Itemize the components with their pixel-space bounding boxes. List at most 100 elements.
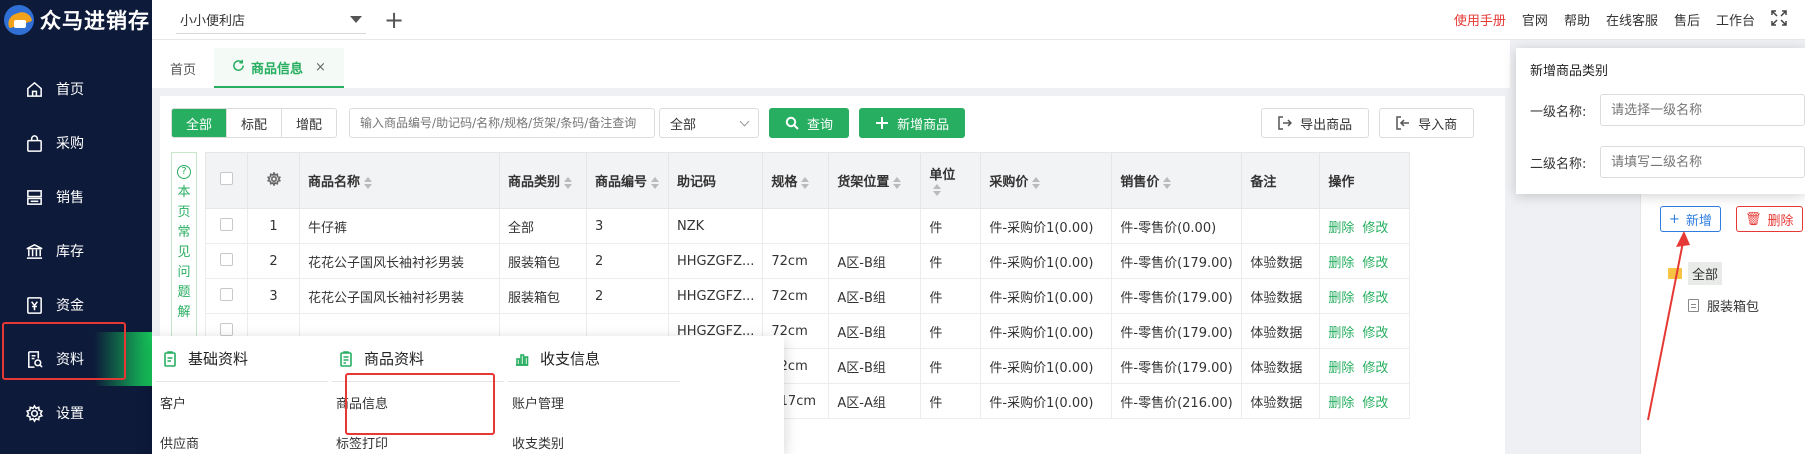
column-header-unit[interactable]: 单位 <box>920 152 982 209</box>
column-header-mnemonic: 助记码 <box>667 152 764 209</box>
menu-item-label-print[interactable]: 标签打印 <box>328 422 508 454</box>
edit-row-button[interactable]: 修改 <box>1362 291 1388 306</box>
edit-row-button[interactable]: 修改 <box>1362 361 1388 376</box>
row-checkbox[interactable] <box>220 322 233 336</box>
delete-category-button[interactable]: 🗑 删除 <box>1736 206 1803 232</box>
link-official-site[interactable]: 官网 <box>1522 10 1548 29</box>
edit-row-button[interactable]: 修改 <box>1362 396 1388 411</box>
level1-name-input[interactable] <box>1600 94 1805 126</box>
category-filter-select[interactable]: 全部 <box>659 108 760 138</box>
table-cell: 体验数据 <box>1241 278 1321 314</box>
sidebar-item-label: 采购 <box>56 136 84 152</box>
edit-row-button[interactable]: 修改 <box>1362 326 1388 341</box>
delete-row-button[interactable]: 删除 <box>1328 361 1354 376</box>
table-cell: 体验数据 <box>1241 348 1321 384</box>
export-products-button[interactable]: 导出商品 <box>1261 108 1370 138</box>
home-icon <box>24 79 44 99</box>
menu-item-income-expense-category[interactable]: 收支类别 <box>504 422 684 454</box>
column-header-shelf[interactable]: 货架位置 <box>828 152 922 209</box>
column-header-spec[interactable]: 规格 <box>762 152 830 209</box>
gear-icon[interactable] <box>266 170 281 190</box>
column-header-name[interactable]: 商品名称 <box>299 152 500 209</box>
sidebar-item-settings[interactable]: 设置 <box>0 386 152 440</box>
yen-icon <box>24 295 44 315</box>
row-checkbox[interactable] <box>220 252 233 266</box>
faq-char: 本 <box>177 185 191 200</box>
table-row[interactable]: 3 花花公子国风长袖衬衫男装 服装箱包 2 HHGZGFZ... 72cm A区-B组件件-… <box>205 278 1411 314</box>
add-product-button[interactable]: 新增商品 <box>859 108 966 138</box>
column-header-code[interactable]: 商品编号 <box>586 152 669 209</box>
trash-icon: 🗑 <box>1745 211 1762 227</box>
segment-extra[interactable]: 增配 <box>282 109 336 137</box>
query-button[interactable]: 查询 <box>769 108 850 138</box>
table-cell: A区-B组 <box>828 243 922 279</box>
close-icon[interactable]: × <box>315 60 326 75</box>
sort-icon[interactable] <box>1163 176 1172 189</box>
faq-char: 见 <box>177 245 191 260</box>
fullscreen-icon[interactable] <box>1771 9 1787 30</box>
row-select-cell <box>205 243 248 279</box>
add-store-button[interactable]: + <box>384 8 404 32</box>
link-workbench[interactable]: 工作台 <box>1716 10 1755 29</box>
table-cell: 花花公子国风长袖衬衫男装 <box>299 243 500 279</box>
column-header-category[interactable]: 商品类别 <box>499 152 587 209</box>
delete-row-button[interactable]: 删除 <box>1328 256 1354 271</box>
tab-product-info[interactable]: 商品信息 × <box>214 48 344 88</box>
link-online-service[interactable]: 在线客服 <box>1606 10 1658 29</box>
sort-icon[interactable] <box>1032 176 1041 189</box>
menu-item-supplier[interactable]: 供应商 <box>152 422 332 454</box>
row-checkbox[interactable] <box>220 287 233 301</box>
document-search-icon <box>24 349 44 369</box>
column-header-actions: 操作 <box>1319 152 1411 209</box>
sidebar-item-sales[interactable]: 销售 <box>0 170 152 224</box>
menu-item-product-info[interactable]: 商品信息 <box>328 382 508 422</box>
select-all-checkbox[interactable] <box>220 172 233 185</box>
delete-row-button[interactable]: 删除 <box>1328 396 1354 411</box>
import-products-button[interactable]: 导入商 <box>1379 108 1475 138</box>
segment-standard[interactable]: 标配 <box>227 109 283 137</box>
menu-item-customer[interactable]: 客户 <box>152 382 332 422</box>
edit-row-button[interactable]: 修改 <box>1362 221 1388 236</box>
row-actions-cell: 删除 修改 <box>1319 348 1411 384</box>
column-header-label: 采购价 <box>989 175 1029 190</box>
delete-row-button[interactable]: 删除 <box>1328 291 1354 306</box>
link-user-manual[interactable]: 使用手册 <box>1454 10 1506 29</box>
sort-icon[interactable] <box>801 176 810 189</box>
menu-column-title: 商品资料 <box>364 350 425 368</box>
delete-row-button[interactable]: 删除 <box>1328 326 1354 341</box>
level1-label: 一级名称: <box>1530 104 1587 120</box>
app-logo[interactable]: 众马进销存 <box>0 0 152 40</box>
sidebar-item-inventory[interactable]: 库存 <box>0 224 152 278</box>
table-row[interactable]: 2 花花公子国风长袖衬衫男装 服装箱包 2 HHGZGFZ... 72cm A区-B组件件-… <box>205 243 1411 279</box>
refresh-icon[interactable] <box>232 59 245 76</box>
segment-all[interactable]: 全部 <box>172 109 228 137</box>
sidebar-item-data[interactable]: 资料 <box>0 332 152 386</box>
menu-item-account-management[interactable]: 账户管理 <box>504 382 684 422</box>
sort-icon[interactable] <box>364 176 373 189</box>
sort-icon[interactable] <box>933 184 942 196</box>
sort-icon[interactable] <box>564 176 573 189</box>
sort-icon[interactable] <box>893 176 902 189</box>
row-select-cell <box>205 208 248 244</box>
menu-column-title: 基础资料 <box>188 350 249 368</box>
tab-home[interactable]: 首页 <box>152 48 214 88</box>
row-checkbox[interactable] <box>220 217 233 231</box>
sort-icon[interactable] <box>651 176 660 189</box>
link-help[interactable]: 帮助 <box>1564 10 1590 29</box>
delete-row-button[interactable]: 删除 <box>1328 221 1354 236</box>
sidebar-item-purchase[interactable]: 采购 <box>0 116 152 170</box>
column-header-sale-price[interactable]: 销售价 <box>1111 152 1243 209</box>
sidebar-item-home[interactable]: 首页 <box>0 62 152 116</box>
search-input[interactable] <box>349 108 656 138</box>
sidebar-item-funds[interactable]: 资金 <box>0 278 152 332</box>
store-select[interactable]: 小小便利店 <box>176 6 366 34</box>
table-row[interactable]: 1 牛仔裤 全部 3 NZK 件件-采购价1(0.00) 件-零售价(0.00) 删除 修改 <box>205 208 1411 244</box>
table-cell: 牛仔裤 <box>299 208 500 244</box>
link-after-sales[interactable]: 售后 <box>1674 10 1700 29</box>
level2-name-input[interactable] <box>1600 146 1805 178</box>
table-cell: HHGZGFZ... <box>667 243 764 279</box>
edit-row-button[interactable]: 修改 <box>1362 256 1388 271</box>
add-category-popover: 新增商品类别 一级名称: 二级名称: <box>1516 48 1805 194</box>
column-header-purchase-price[interactable]: 采购价 <box>980 152 1113 209</box>
level1-row: 一级名称: <box>1530 93 1805 127</box>
